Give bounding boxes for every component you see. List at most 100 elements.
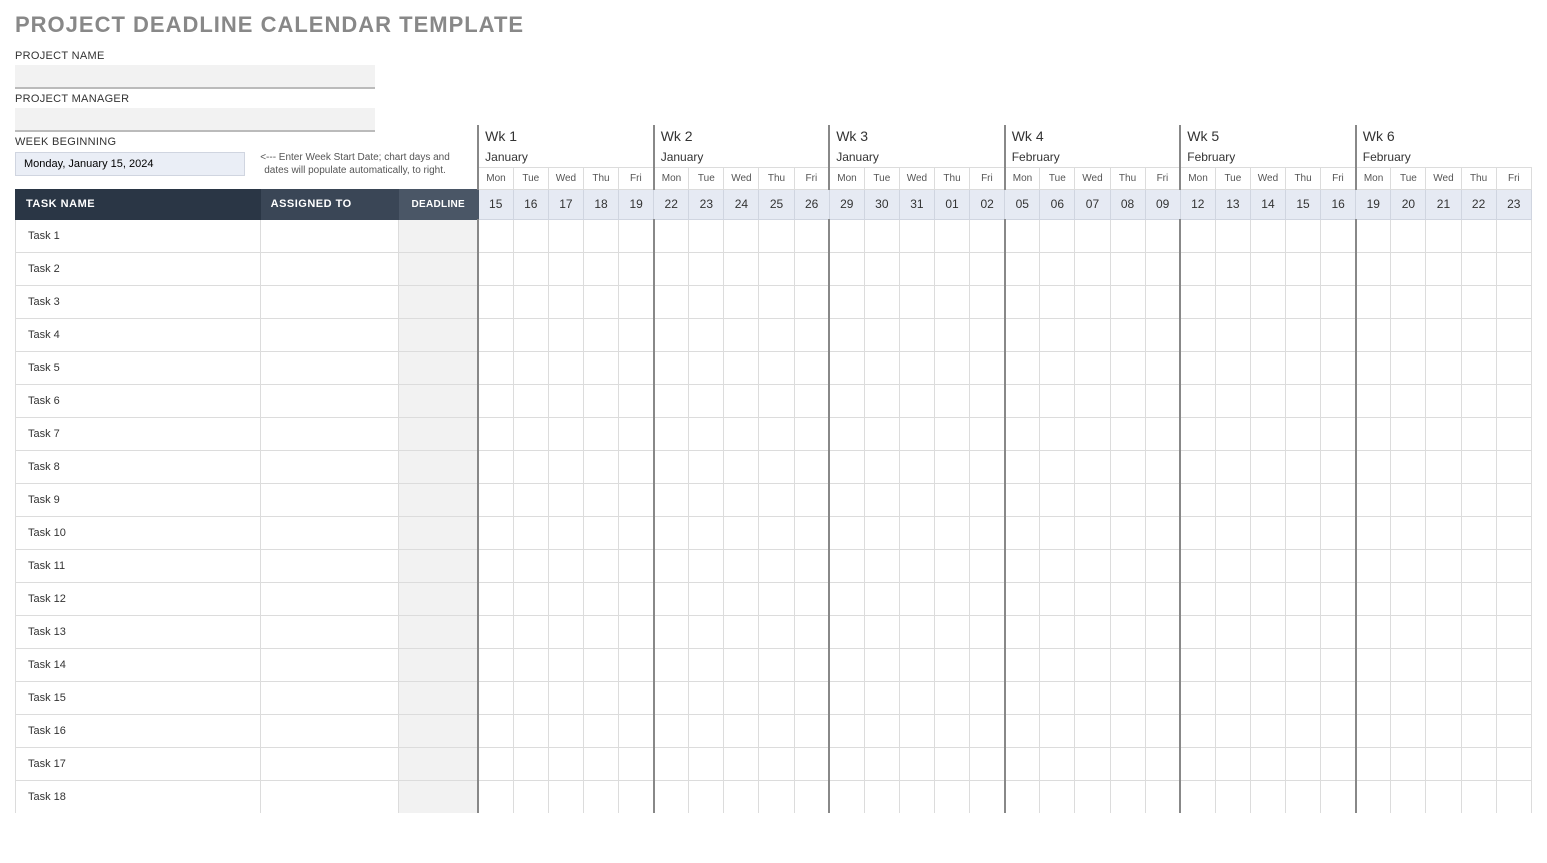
calendar-cell[interactable] (1005, 648, 1040, 681)
calendar-cell[interactable] (1426, 483, 1461, 516)
calendar-cell[interactable] (478, 252, 513, 285)
calendar-cell[interactable] (1496, 318, 1531, 351)
calendar-cell[interactable] (583, 582, 618, 615)
deadline-cell[interactable] (398, 285, 478, 318)
calendar-cell[interactable] (759, 648, 794, 681)
task-name-cell[interactable]: Task 11 (16, 549, 261, 582)
calendar-cell[interactable] (1391, 747, 1426, 780)
calendar-cell[interactable] (689, 384, 724, 417)
calendar-cell[interactable] (1215, 582, 1250, 615)
task-name-cell[interactable]: Task 8 (16, 450, 261, 483)
calendar-cell[interactable] (1075, 714, 1110, 747)
calendar-cell[interactable] (1005, 417, 1040, 450)
calendar-cell[interactable] (1356, 285, 1391, 318)
task-name-cell[interactable]: Task 14 (16, 648, 261, 681)
week-beginning-input[interactable] (15, 152, 245, 176)
calendar-cell[interactable] (1461, 780, 1496, 813)
calendar-cell[interactable] (724, 681, 759, 714)
calendar-cell[interactable] (1426, 648, 1461, 681)
calendar-cell[interactable] (829, 450, 864, 483)
calendar-cell[interactable] (1356, 483, 1391, 516)
calendar-cell[interactable] (794, 351, 829, 384)
calendar-cell[interactable] (583, 285, 618, 318)
calendar-cell[interactable] (794, 747, 829, 780)
calendar-cell[interactable] (1040, 252, 1075, 285)
calendar-cell[interactable] (548, 582, 583, 615)
deadline-cell[interactable] (398, 747, 478, 780)
calendar-cell[interactable] (619, 648, 654, 681)
calendar-cell[interactable] (970, 615, 1005, 648)
calendar-cell[interactable] (654, 714, 689, 747)
calendar-cell[interactable] (1110, 549, 1145, 582)
calendar-cell[interactable] (1005, 516, 1040, 549)
calendar-cell[interactable] (478, 450, 513, 483)
calendar-cell[interactable] (1461, 648, 1496, 681)
calendar-cell[interactable] (1286, 549, 1321, 582)
calendar-cell[interactable] (1250, 318, 1285, 351)
calendar-cell[interactable] (1110, 285, 1145, 318)
calendar-cell[interactable] (1461, 549, 1496, 582)
calendar-cell[interactable] (1075, 549, 1110, 582)
calendar-cell[interactable] (654, 681, 689, 714)
calendar-cell[interactable] (1391, 351, 1426, 384)
calendar-cell[interactable] (970, 483, 1005, 516)
calendar-cell[interactable] (724, 582, 759, 615)
calendar-cell[interactable] (513, 252, 548, 285)
calendar-cell[interactable] (864, 648, 899, 681)
calendar-cell[interactable] (970, 417, 1005, 450)
calendar-cell[interactable] (1391, 450, 1426, 483)
calendar-cell[interactable] (478, 780, 513, 813)
calendar-cell[interactable] (1391, 417, 1426, 450)
calendar-cell[interactable] (478, 582, 513, 615)
calendar-cell[interactable] (1145, 318, 1180, 351)
calendar-cell[interactable] (478, 648, 513, 681)
calendar-cell[interactable] (1180, 714, 1215, 747)
task-name-cell[interactable]: Task 3 (16, 285, 261, 318)
calendar-cell[interactable] (1321, 318, 1356, 351)
calendar-cell[interactable] (654, 483, 689, 516)
calendar-cell[interactable] (619, 483, 654, 516)
assigned-to-cell[interactable] (260, 582, 398, 615)
assigned-to-cell[interactable] (260, 417, 398, 450)
calendar-cell[interactable] (1321, 648, 1356, 681)
calendar-cell[interactable] (1391, 714, 1426, 747)
calendar-cell[interactable] (829, 252, 864, 285)
calendar-cell[interactable] (619, 384, 654, 417)
calendar-cell[interactable] (829, 549, 864, 582)
calendar-cell[interactable] (759, 747, 794, 780)
calendar-cell[interactable] (1250, 582, 1285, 615)
calendar-cell[interactable] (1391, 318, 1426, 351)
calendar-cell[interactable] (1496, 648, 1531, 681)
calendar-cell[interactable] (724, 615, 759, 648)
calendar-cell[interactable] (1426, 417, 1461, 450)
calendar-cell[interactable] (513, 318, 548, 351)
calendar-cell[interactable] (478, 417, 513, 450)
calendar-cell[interactable] (1426, 219, 1461, 252)
calendar-cell[interactable] (934, 714, 969, 747)
calendar-cell[interactable] (759, 318, 794, 351)
calendar-cell[interactable] (899, 318, 934, 351)
calendar-cell[interactable] (1145, 549, 1180, 582)
calendar-cell[interactable] (934, 285, 969, 318)
calendar-cell[interactable] (1040, 582, 1075, 615)
task-name-cell[interactable]: Task 9 (16, 483, 261, 516)
calendar-cell[interactable] (1391, 219, 1426, 252)
calendar-cell[interactable] (1040, 351, 1075, 384)
calendar-cell[interactable] (583, 417, 618, 450)
calendar-cell[interactable] (829, 219, 864, 252)
calendar-cell[interactable] (724, 549, 759, 582)
project-name-input[interactable] (15, 65, 375, 89)
calendar-cell[interactable] (1286, 417, 1321, 450)
calendar-cell[interactable] (829, 648, 864, 681)
calendar-cell[interactable] (829, 615, 864, 648)
calendar-cell[interactable] (478, 384, 513, 417)
calendar-cell[interactable] (724, 384, 759, 417)
calendar-cell[interactable] (1215, 615, 1250, 648)
calendar-cell[interactable] (724, 714, 759, 747)
calendar-cell[interactable] (583, 351, 618, 384)
calendar-cell[interactable] (1005, 615, 1040, 648)
task-name-cell[interactable]: Task 7 (16, 417, 261, 450)
calendar-cell[interactable] (654, 615, 689, 648)
calendar-cell[interactable] (583, 219, 618, 252)
calendar-cell[interactable] (1005, 384, 1040, 417)
